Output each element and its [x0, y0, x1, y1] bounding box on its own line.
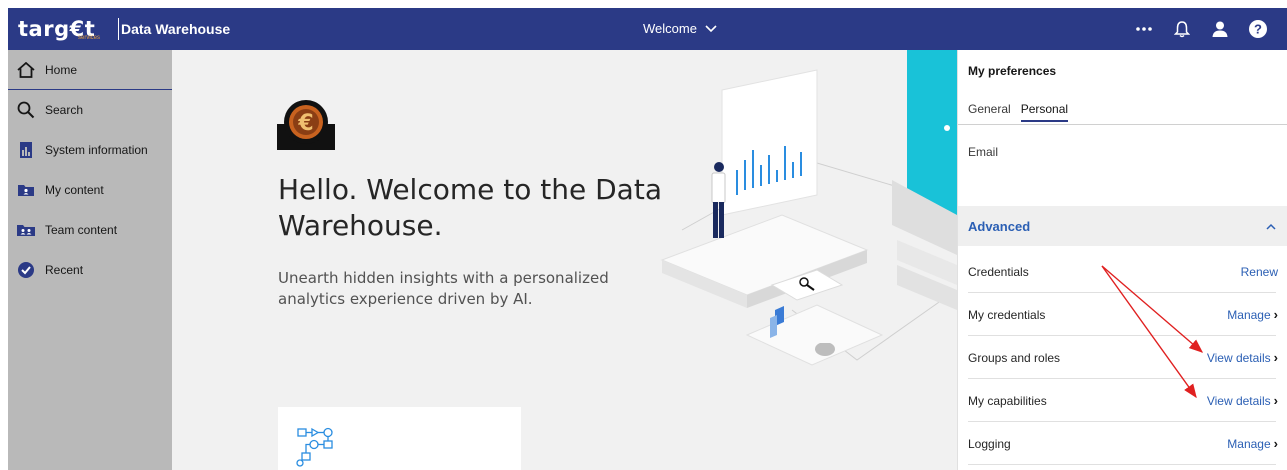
chevron-right-icon: › — [1273, 393, 1278, 408]
link-text: Renew — [1240, 264, 1278, 279]
welcome-dropdown[interactable]: Welcome — [643, 21, 717, 36]
sidebar-item-system-information[interactable]: System information — [8, 130, 172, 170]
preferences-tabs: General Personal — [968, 102, 1069, 122]
help-icon[interactable]: ? — [1239, 8, 1277, 50]
more-icon[interactable] — [1125, 8, 1163, 50]
svg-text:€: € — [297, 111, 313, 136]
sidebar-item-my-content[interactable]: My content — [8, 170, 172, 210]
system-info-icon — [16, 140, 36, 160]
email-label: Email — [968, 145, 999, 159]
link-text: View details — [1206, 393, 1271, 408]
panel-title: My preferences — [968, 64, 1057, 78]
sidebar-item-label: Recent — [45, 263, 84, 277]
my-credentials-row: My credentials Manage › — [958, 293, 1287, 336]
sidebar-item-label: Team content — [45, 223, 118, 237]
logo-subtext: services — [78, 35, 101, 41]
tab-divider — [958, 124, 1287, 125]
team-content-icon — [16, 220, 36, 240]
recent-icon — [16, 260, 36, 280]
sidebar-item-search[interactable]: Search — [8, 90, 172, 130]
tab-general[interactable]: General — [968, 102, 1011, 122]
manage-logging-link[interactable]: Manage › — [1227, 436, 1278, 451]
workflow-icon — [296, 427, 333, 467]
sidebar-item-team-content[interactable]: Team content — [8, 210, 172, 250]
top-bar: targ€t services Data Warehouse Welcome ? — [8, 8, 1287, 50]
link-text: Manage — [1227, 307, 1271, 322]
user-icon[interactable] — [1201, 8, 1239, 50]
credentials-row: Credentials Renew — [958, 250, 1287, 293]
sidebar: Home Search System information My conten… — [8, 50, 172, 470]
workflow-card[interactable] — [278, 407, 521, 470]
svg-text:?: ? — [1254, 22, 1262, 37]
welcome-main: € Hello. Welcome to the Data Warehouse. … — [172, 50, 957, 470]
my-capabilities-row: My capabilities View details › — [958, 379, 1287, 422]
row-label: Credentials — [968, 264, 1029, 279]
chevron-right-icon: › — [1273, 350, 1278, 365]
preferences-panel: My preferences General Personal Email Ad… — [957, 50, 1287, 470]
app-title: Data Warehouse — [121, 21, 231, 37]
manage-credentials-link[interactable]: Manage › — [1227, 307, 1278, 322]
analytics-illustration — [660, 50, 957, 366]
chevron-down-icon — [705, 24, 717, 32]
row-label: Logging — [968, 436, 1011, 451]
link-text: Manage — [1227, 436, 1271, 451]
welcome-subtitle: Unearth hidden insights with a personali… — [278, 269, 609, 308]
chevron-right-icon: › — [1273, 436, 1278, 451]
sidebar-item-home[interactable]: Home — [8, 50, 172, 90]
sidebar-item-label: My content — [45, 183, 104, 197]
advanced-section-header[interactable]: Advanced — [958, 206, 1287, 246]
sidebar-item-label: System information — [45, 143, 148, 157]
tab-personal[interactable]: Personal — [1020, 102, 1069, 122]
renew-link[interactable]: Renew — [1241, 265, 1278, 279]
my-content-icon — [16, 180, 36, 200]
row-label: My credentials — [968, 307, 1046, 322]
capabilities-view-details-link[interactable]: View details › — [1207, 393, 1278, 408]
sidebar-item-label: Search — [45, 103, 84, 117]
logging-row: Logging Manage › — [958, 422, 1287, 465]
chevron-up-icon — [1266, 223, 1276, 230]
advanced-title: Advanced — [968, 218, 1031, 234]
groups-and-roles-row: Groups and roles View details › — [958, 336, 1287, 379]
logo-separator — [118, 18, 119, 40]
groups-view-details-link[interactable]: View details › — [1207, 350, 1278, 365]
bell-icon[interactable] — [1163, 8, 1201, 50]
sidebar-item-recent[interactable]: Recent — [8, 250, 172, 290]
row-label: My capabilities — [968, 393, 1047, 408]
home-icon — [16, 60, 36, 80]
welcome-label: Welcome — [643, 21, 697, 36]
target-logo[interactable]: targ€t services — [18, 14, 119, 44]
sidebar-item-label: Home — [45, 62, 78, 77]
search-icon — [16, 100, 36, 120]
chevron-right-icon: › — [1273, 307, 1278, 322]
welcome-title: Hello. Welcome to the Data Warehouse. — [278, 173, 662, 242]
euro-logo-icon: € — [277, 100, 335, 150]
row-label: Groups and roles — [968, 350, 1061, 365]
link-text: View details — [1206, 350, 1271, 365]
